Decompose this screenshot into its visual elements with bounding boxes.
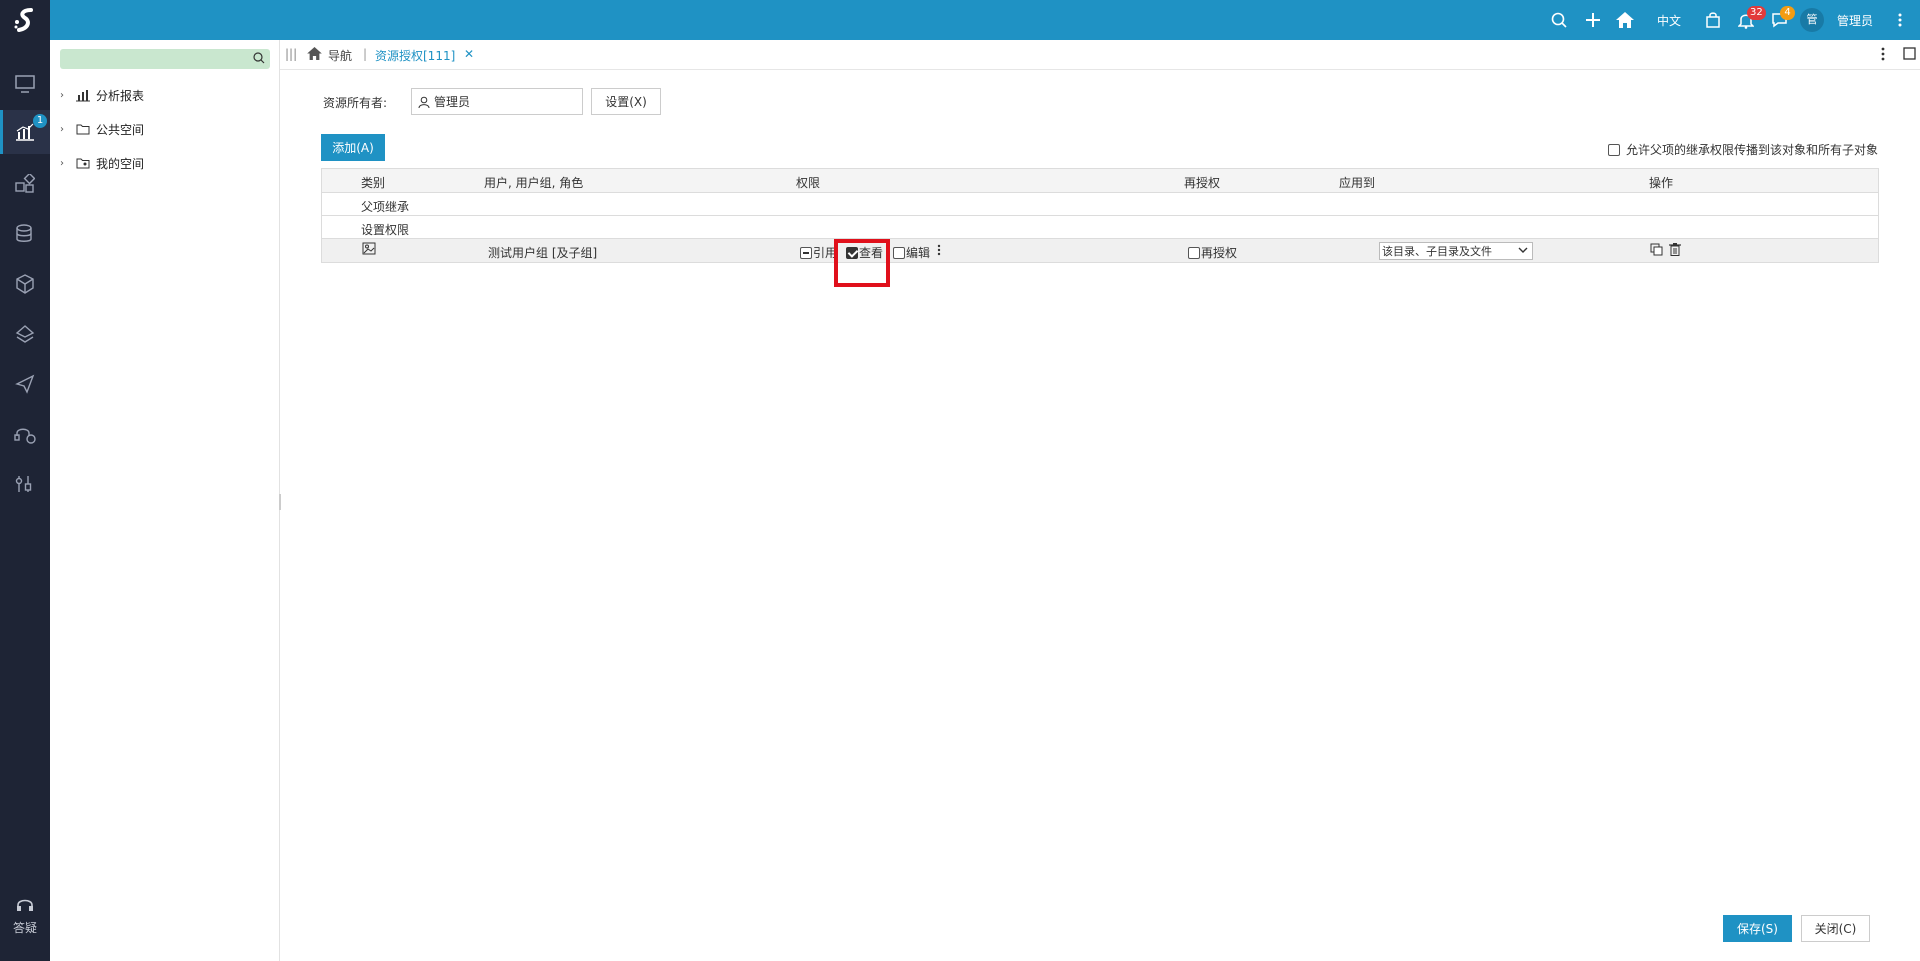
header-actions: 操作	[1649, 176, 1674, 190]
message-badge: 4	[1780, 6, 1795, 20]
permission-table: 类别 用户, 用户组, 角色 权限 再授权 应用到 操作 父项继承 设置权限 测…	[321, 168, 1879, 263]
tab-divider: |	[363, 47, 368, 61]
apply-to-value: 该目录、子目录及文件	[1382, 245, 1492, 258]
tools-icon[interactable]	[0, 462, 50, 506]
help-icon	[17, 899, 33, 911]
tree-search-input[interactable]	[60, 49, 270, 69]
resource-tree-panel: › 分析报表 › 公共空间 › 我的空间	[50, 40, 281, 961]
owner-field[interactable]: 管理员	[411, 88, 583, 115]
monitor-icon[interactable]	[0, 62, 50, 106]
header-category: 类别	[361, 176, 386, 190]
authorization-form: 资源所有者: 管理员 设置(X) 添加(A) 允许父项的继承权限传播到该对象和所…	[280, 70, 1920, 961]
tab-navigation[interactable]: 导航	[328, 47, 352, 64]
owner-value: 管理员	[434, 95, 471, 109]
database-icon[interactable]	[0, 212, 50, 256]
apply-to-select[interactable]: 该目录、子目录及文件	[1379, 242, 1533, 260]
tab-resource-authorization[interactable]: 资源授权[111]	[375, 47, 455, 64]
chevron-right-icon[interactable]: ›	[60, 90, 70, 101]
group-label: 设置权限	[361, 223, 410, 237]
user-group-icon	[362, 242, 376, 258]
group-row-inherited[interactable]: 父项继承	[322, 193, 1878, 216]
header-regrant: 再授权	[1184, 176, 1221, 190]
maximize-icon[interactable]	[1903, 47, 1916, 63]
user-icon	[418, 96, 430, 108]
tree-node-label: 我的空间	[96, 156, 145, 171]
owner-label: 资源所有者:	[323, 96, 388, 110]
widgets-icon[interactable]	[0, 162, 50, 206]
top-bar: 中文 32 4 管 管理员	[50, 0, 1920, 40]
perm-edit-label: 编辑	[906, 246, 931, 260]
chevron-right-icon[interactable]: ›	[60, 158, 70, 169]
app-logo[interactable]	[0, 0, 50, 40]
perm-edit[interactable]: 编辑	[893, 244, 930, 261]
collapse-panel-icon[interactable]: |||	[285, 47, 297, 61]
search-icon[interactable]	[1549, 10, 1569, 30]
home-icon[interactable]	[307, 47, 322, 63]
close-tab-icon[interactable]: ✕	[464, 47, 474, 61]
header-principal: 用户, 用户组, 角色	[484, 176, 584, 190]
perm-edit-checkbox[interactable]	[893, 246, 905, 259]
close-button[interactable]: 关闭(C)	[1801, 915, 1870, 942]
user-name[interactable]: 管理员	[1837, 12, 1873, 29]
help-label: 答疑	[12, 921, 37, 935]
avatar[interactable]: 管	[1800, 8, 1824, 32]
support-icon[interactable]	[0, 412, 50, 456]
left-rail: 1 答疑	[0, 0, 50, 961]
highlight-annotation	[834, 239, 890, 287]
home-icon[interactable]	[1615, 10, 1635, 30]
regrant-option[interactable]: 再授权	[1188, 244, 1237, 261]
perm-reference[interactable]: 引用	[800, 244, 837, 261]
send-icon[interactable]	[0, 362, 50, 406]
group-label: 父项继承	[361, 200, 410, 214]
plus-icon[interactable]	[1583, 10, 1603, 30]
save-button[interactable]: 保存(S)	[1723, 915, 1792, 942]
more-vertical-icon[interactable]	[1881, 47, 1885, 64]
cube-icon[interactable]	[0, 262, 50, 306]
layers-icon[interactable]	[0, 312, 50, 356]
table-header: 类别 用户, 用户组, 角色 权限 再授权 应用到 操作	[322, 169, 1878, 193]
folder-icon	[76, 124, 90, 135]
allow-inherit-option[interactable]: 允许父项的继承权限传播到该对象和所有子对象	[1607, 141, 1878, 158]
rail-badge: 1	[33, 114, 47, 128]
tree-node-label: 分析报表	[96, 88, 145, 103]
header-apply-to: 应用到	[1339, 176, 1376, 190]
tab-strip: ||| 导航 | 资源授权[111] ✕	[280, 40, 1920, 70]
tree-node-my-space[interactable]: › 我的空间	[60, 152, 144, 174]
allow-inherit-label: 允许父项的继承权限传播到该对象和所有子对象	[1625, 143, 1878, 157]
regrant-checkbox[interactable]	[1188, 246, 1200, 259]
tree-node-analysis-reports[interactable]: › 分析报表	[60, 84, 144, 106]
copy-icon[interactable]	[1650, 243, 1663, 259]
group-row-set-permissions[interactable]: 设置权限	[322, 216, 1878, 239]
delete-icon[interactable]	[1669, 243, 1681, 259]
user-folder-icon	[76, 158, 90, 169]
principal-name: 测试用户组 [及子组]	[488, 246, 598, 260]
allow-inherit-checkbox[interactable]	[1607, 143, 1620, 156]
tree-node-label: 公共空间	[96, 122, 145, 137]
chevron-down-icon	[1518, 247, 1528, 253]
table-row[interactable]: 测试用户组 [及子组] 引用 查看 编辑 再授权 该目录、子目录及文件	[322, 239, 1878, 262]
more-permissions-icon[interactable]	[937, 244, 941, 259]
header-permission: 权限	[796, 176, 821, 190]
perm-reference-checkbox[interactable]	[800, 246, 812, 259]
notification-badge: 32	[1747, 6, 1766, 20]
tree-node-public-space[interactable]: › 公共空间	[60, 118, 144, 140]
bag-icon[interactable]	[1703, 10, 1723, 30]
more-vertical-icon[interactable]	[1890, 10, 1910, 30]
regrant-label: 再授权	[1201, 246, 1238, 260]
chevron-right-icon[interactable]: ›	[60, 124, 70, 135]
set-owner-button[interactable]: 设置(X)	[591, 88, 661, 115]
analytics-icon[interactable]: 1	[0, 110, 50, 154]
help-button[interactable]: 答疑	[0, 896, 50, 946]
report-icon	[76, 89, 90, 101]
search-icon[interactable]	[253, 52, 265, 64]
add-button[interactable]: 添加(A)	[321, 134, 385, 161]
language-switch[interactable]: 中文	[1657, 12, 1681, 29]
